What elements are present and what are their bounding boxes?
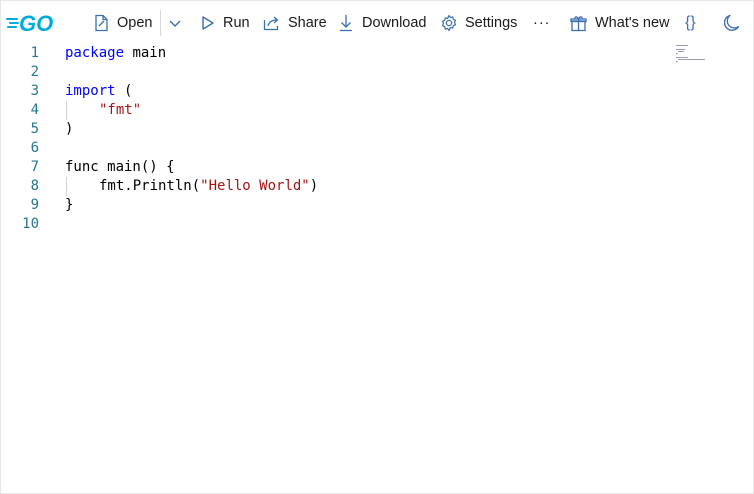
punctuation-token: ) [309, 178, 319, 194]
minimap-line [676, 57, 688, 58]
editor-line: 8 fmt.Println("Hello World") [0, 177, 660, 196]
file-icon [94, 14, 110, 32]
code-text: } [65, 197, 74, 213]
svg-text:GO: GO [19, 12, 53, 34]
minimap-line [678, 51, 684, 52]
chevron-down-icon [168, 16, 182, 30]
open-button[interactable]: Open [94, 11, 152, 35]
open-dropdown-button[interactable] [168, 11, 182, 35]
toolbar-divider [160, 10, 161, 36]
line-number: 4 [30, 102, 39, 118]
braces-icon: {} [685, 14, 696, 31]
share-icon [263, 15, 281, 31]
line-number: 5 [30, 121, 39, 137]
indent-guide [66, 101, 67, 120]
minimap-line [676, 45, 688, 46]
minimap-line [676, 61, 678, 62]
more-button[interactable]: ··· [533, 11, 551, 35]
indent-guide [66, 177, 67, 196]
minimap-line [676, 53, 678, 54]
minimap-line [678, 59, 705, 60]
line-number: 1 [30, 45, 39, 61]
minimap[interactable] [674, 44, 714, 64]
share-label: Share [288, 15, 327, 31]
gift-icon [570, 15, 587, 32]
whats-new-label: What's new [595, 15, 670, 31]
line-number: 2 [30, 64, 39, 80]
string-token: "fmt" [99, 102, 142, 118]
line-number: 3 [30, 83, 39, 99]
editor-line: 7 func main() { [0, 158, 660, 177]
editor-line: 9 } [0, 196, 660, 215]
moon-icon [724, 14, 740, 32]
settings-button[interactable]: Settings [440, 11, 517, 35]
open-label: Open [117, 15, 153, 31]
minimap-line [676, 49, 685, 50]
line-number: 6 [30, 140, 39, 156]
line-number: 7 [30, 159, 39, 175]
download-icon [339, 14, 353, 32]
line-number: 8 [30, 178, 39, 194]
editor-line: 3 import ( [0, 82, 660, 101]
editor-line: 6 [0, 139, 660, 158]
code-text: fmt.Println("Hello World") [99, 177, 318, 196]
theme-toggle-button[interactable] [724, 11, 740, 35]
keyword-token: package [65, 45, 125, 61]
editor-line: 5 ) [0, 120, 660, 139]
download-label: Download [362, 15, 427, 31]
run-button[interactable]: Run [201, 11, 250, 35]
run-label: Run [223, 15, 250, 31]
settings-label: Settings [465, 15, 518, 31]
code-text: package main [65, 44, 166, 63]
download-button[interactable]: Download [339, 11, 427, 35]
editor-line: 10 [0, 215, 660, 234]
string-token: "Hello World" [200, 178, 310, 194]
editor-line: 2 [0, 63, 660, 82]
line-number: 9 [30, 197, 39, 213]
code-text: func main() { [65, 159, 175, 175]
more-icon: ··· [533, 15, 551, 31]
line-number: 10 [22, 216, 39, 232]
editor-line: 1 package main [0, 44, 660, 63]
gear-icon [440, 14, 458, 32]
identifier-token: fmt.Println( [99, 178, 201, 194]
identifier-token: main [124, 45, 167, 61]
editor-line: 4 "fmt" [0, 101, 660, 120]
code-text: ) [65, 121, 74, 137]
go-logo[interactable]: GO [6, 11, 66, 36]
code-text: import ( [65, 82, 132, 101]
format-button[interactable]: {} [685, 11, 696, 35]
code-editor[interactable]: 1 package main 2 3 import ( 4 "fmt" 5 ) … [0, 44, 754, 494]
share-button[interactable]: Share [263, 11, 327, 35]
keyword-token: import [65, 83, 116, 99]
whats-new-button[interactable]: What's new [570, 11, 670, 35]
play-icon [201, 15, 215, 31]
code-text: "fmt" [99, 101, 141, 120]
punctuation-token: ( [115, 83, 133, 99]
toolbar: GO Open Run Share Download Settings ··· … [0, 0, 754, 44]
go-logo-icon: GO [6, 11, 53, 36]
